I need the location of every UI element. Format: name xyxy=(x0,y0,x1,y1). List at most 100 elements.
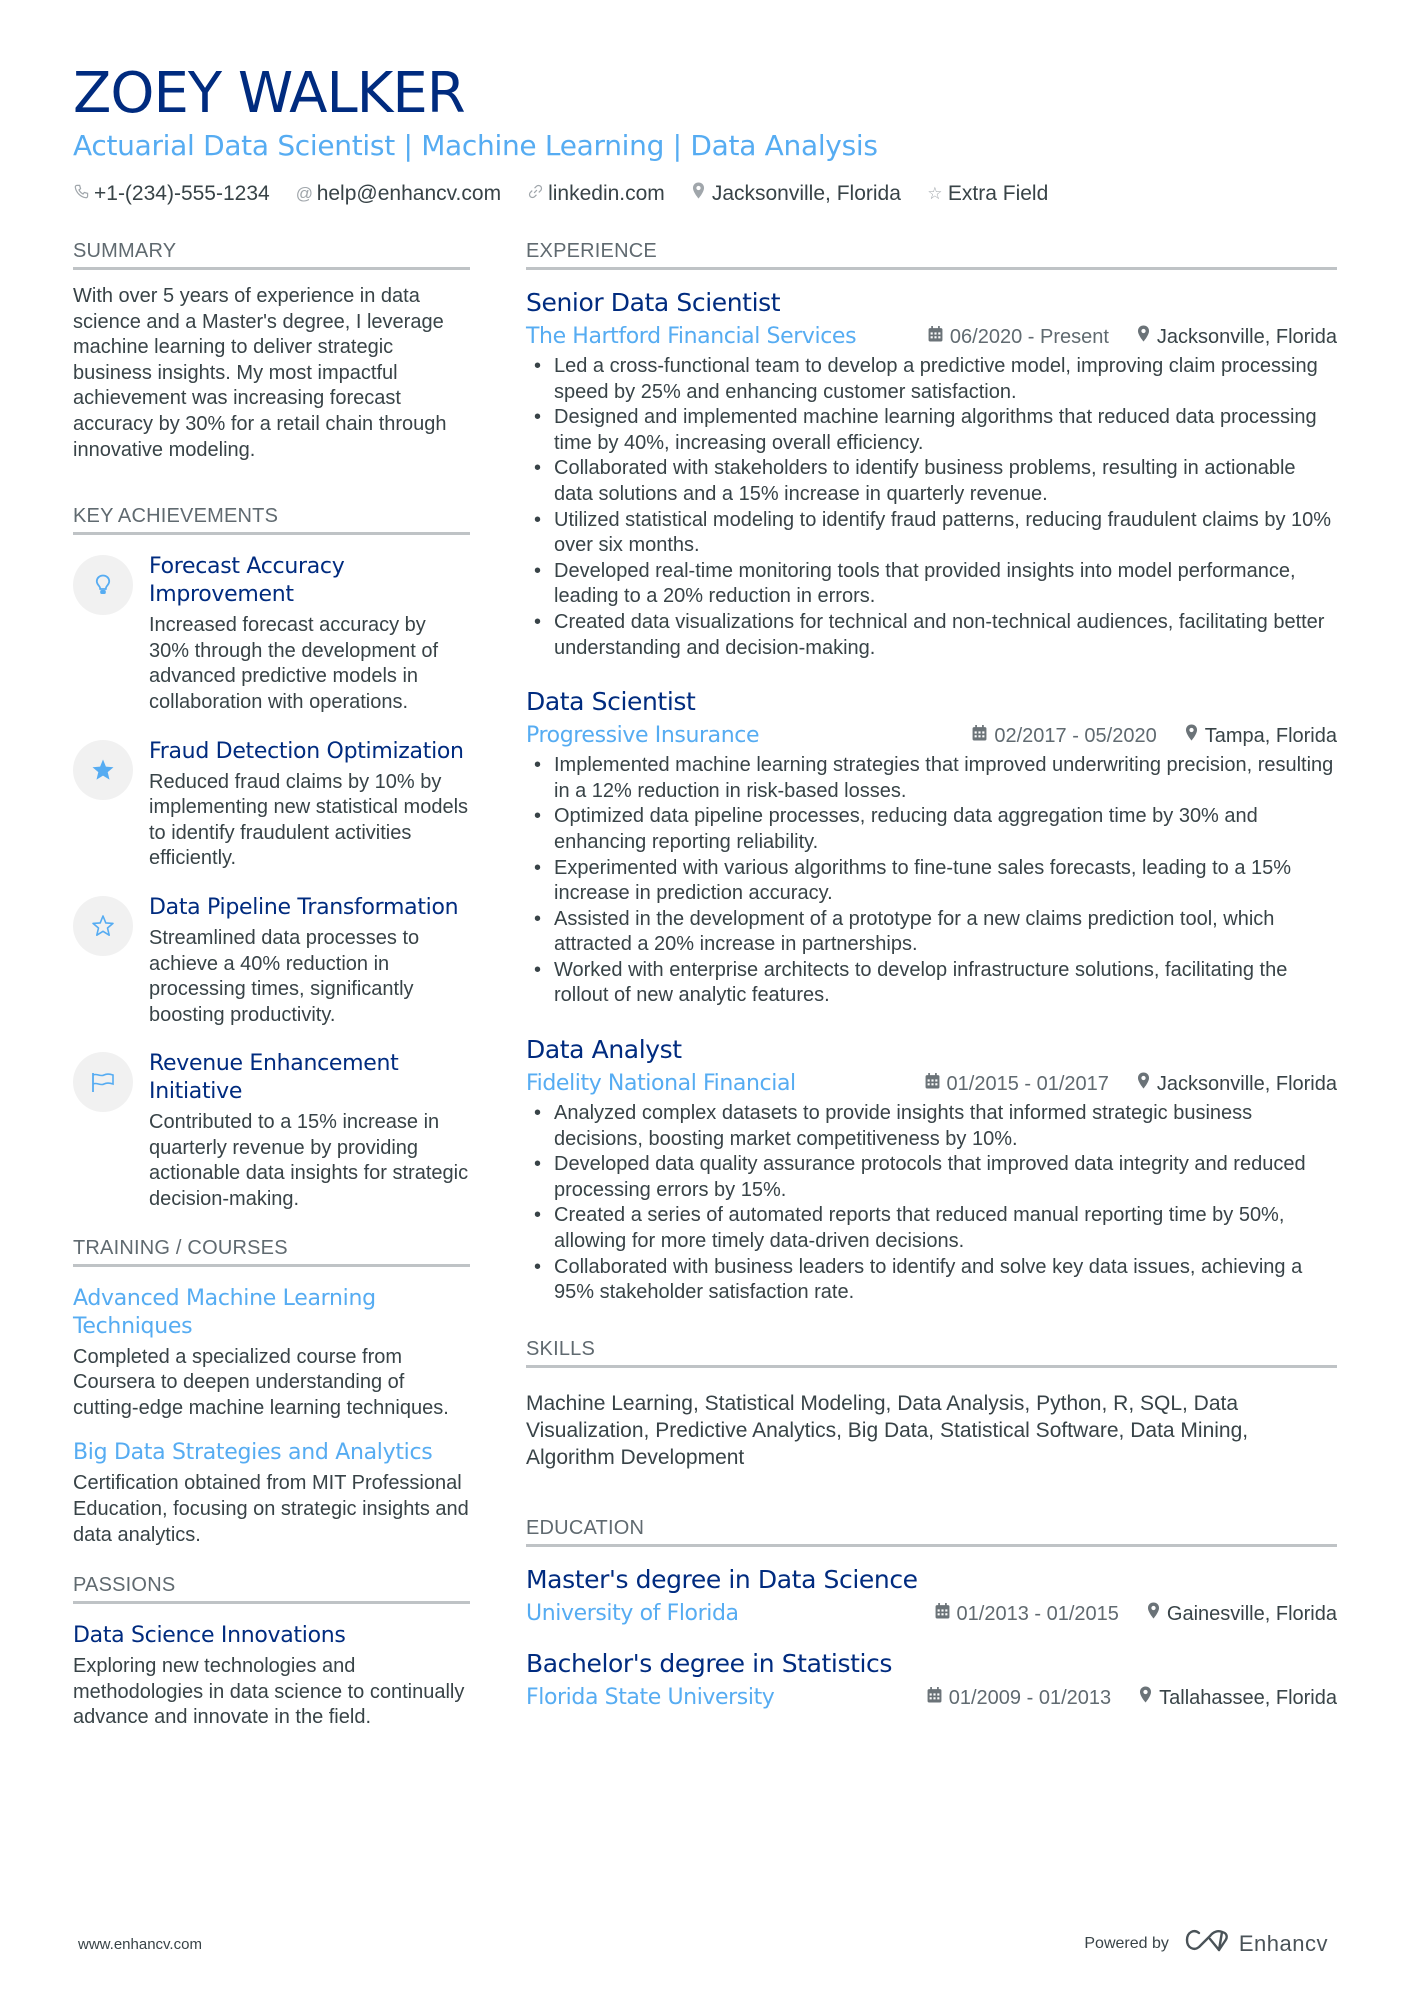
achievement-text: Streamlined data processes to achieve a … xyxy=(149,926,420,1026)
job-bullet: Analyzed complex datasets to provide ins… xyxy=(526,1101,1337,1152)
section-title: PASSIONS xyxy=(73,1572,470,1605)
achievement-item: Fraud Detection Optimization Reduced fra… xyxy=(73,738,470,872)
skills-section: SKILLS Machine Learning, Statistical Mod… xyxy=(526,1336,1337,1471)
resume-columns: SUMMARY With over 5 years of experience … xyxy=(73,238,1337,1769)
job-company: Progressive Insurance xyxy=(526,723,760,749)
job-bullet: Collaborated with stakeholders to identi… xyxy=(526,456,1337,507)
achievement-item: Data Pipeline Transformation Streamlined… xyxy=(73,894,470,1028)
location-pin-icon xyxy=(1137,1069,1150,1099)
enhancv-logo-text: Enhancv xyxy=(1238,1931,1328,1956)
job-bullet: Experimented with various algorithms to … xyxy=(526,856,1337,907)
job-bullet: Worked with enterprise architects to dev… xyxy=(526,958,1337,1009)
job-location: Tampa, Florida xyxy=(1185,721,1337,751)
training-section: TRAINING / COURSES Advanced Machine Lear… xyxy=(73,1235,470,1549)
summary-text: With over 5 years of experience in data … xyxy=(73,285,447,461)
education-dates-text: 01/2013 - 01/2015 xyxy=(956,1602,1119,1625)
job-location-text: Tampa, Florida xyxy=(1204,725,1337,748)
calendar-icon xyxy=(927,1683,942,1713)
course-text: Completed a specialized course from Cour… xyxy=(73,1345,449,1419)
location-pin-icon xyxy=(1147,1599,1160,1629)
email-text: help@enhancv.com xyxy=(316,182,502,205)
job-company: The Hartford Financial Services xyxy=(526,324,857,349)
location-pin-icon xyxy=(691,180,707,208)
section-title: KEY ACHIEVEMENTS xyxy=(73,503,470,536)
job-bullet: Led a cross-functional team to develop a… xyxy=(526,354,1337,405)
achievement-title: Data Pipeline Transformation xyxy=(149,894,459,920)
job-bullets: Led a cross-functional team to develop a… xyxy=(526,354,1337,661)
job-bullet: Implemented machine learning strategies … xyxy=(526,753,1337,804)
calendar-icon xyxy=(925,1069,940,1099)
passions-section: PASSIONS Data Science Innovations Explor… xyxy=(73,1572,470,1731)
location-pin-icon xyxy=(1185,721,1198,751)
course-text: Certification obtained from MIT Professi… xyxy=(73,1472,469,1546)
education-location: Gainesville, Florida xyxy=(1147,1599,1337,1629)
job-bullet: Created data visualizations for technica… xyxy=(526,610,1337,661)
left-column: SUMMARY With over 5 years of experience … xyxy=(73,238,470,1769)
job-dates-text: 06/2020 - Present xyxy=(949,326,1109,348)
star-filled-icon xyxy=(73,739,133,800)
skills-text: Machine Learning, Statistical Modeling, … xyxy=(526,1391,1249,1469)
enhancv-logo[interactable]: Enhancv xyxy=(1185,1928,1328,1960)
achievement-text: Contributed to a 15% increase in quarter… xyxy=(149,1111,469,1211)
education-location: Tallahassee, Florida xyxy=(1139,1683,1337,1713)
education-dates-text: 01/2009 - 01/2013 xyxy=(948,1686,1112,1709)
course-title: Big Data Strategies and Analytics xyxy=(73,1440,433,1466)
education-meta: Florida State University 01/2009 - 01/20… xyxy=(526,1683,1337,1713)
section-title: SKILLS xyxy=(526,1336,1337,1368)
job-company: Fidelity National Financial xyxy=(526,1071,796,1097)
contact-linkedin[interactable]: linkedin.com xyxy=(527,180,665,208)
education-location-text: Tallahassee, Florida xyxy=(1159,1686,1337,1709)
calendar-icon xyxy=(972,721,987,751)
at-icon: @ xyxy=(295,184,313,203)
job-meta: Fidelity National Financial 01/2015 - 01… xyxy=(526,1069,1337,1099)
job-title: Data Analyst xyxy=(526,1035,682,1065)
course-title: Advanced Machine Learning Techniques xyxy=(73,1285,376,1339)
achievement-text: Reduced fraud claims by 10% by implement… xyxy=(149,770,469,870)
enhancv-logo-icon xyxy=(1185,1928,1231,1960)
contact-phone[interactable]: +1-(234)-555-1234 xyxy=(73,180,270,208)
passion-title: Data Science Innovations xyxy=(73,1623,346,1649)
achievement-title: Fraud Detection Optimization xyxy=(149,738,464,764)
job-bullet: Developed data quality assurance protoco… xyxy=(526,1152,1337,1203)
education-section: EDUCATION Master's degree in Data Scienc… xyxy=(526,1515,1337,1713)
job-location-text: Jacksonville, Florida xyxy=(1156,326,1337,348)
school-name: University of Florida xyxy=(526,1600,739,1626)
lightbulb-icon xyxy=(73,555,133,616)
degree-title: Bachelor's degree in Statistics xyxy=(526,1648,892,1678)
location-text: Jacksonville, Florida xyxy=(711,182,901,205)
resume-page: ZOEY WALKER Actuarial Data Scientist | M… xyxy=(73,62,1337,1728)
achievements-section: KEY ACHIEVEMENTS Forecast Accuracy Impro… xyxy=(73,503,470,1213)
achievement-title: Forecast Accuracy Improvement xyxy=(149,554,345,608)
job-location-text: Jacksonville, Florida xyxy=(1156,1073,1337,1096)
linkedin-text: linkedin.com xyxy=(548,182,665,205)
education-dates: 01/2009 - 01/2013 xyxy=(927,1683,1111,1713)
section-title: EXPERIENCE xyxy=(526,238,1337,270)
job-bullet: Created a series of automated reports th… xyxy=(526,1203,1337,1254)
course-item: Big Data Strategies and Analytics Certif… xyxy=(73,1439,470,1548)
job-bullet: Utilized statistical modeling to identif… xyxy=(526,508,1337,559)
job-title: Data Scientist xyxy=(526,687,696,717)
phone-icon xyxy=(73,180,89,208)
job-location: Jacksonville, Florida xyxy=(1137,1069,1337,1099)
job-dates: 02/2017 - 05/2020 xyxy=(972,721,1157,751)
job-dates-text: 02/2017 - 05/2020 xyxy=(994,725,1157,748)
star-outline-icon xyxy=(73,895,133,956)
education-entry: Master's degree in Data Science Universi… xyxy=(526,1563,1337,1629)
calendar-icon xyxy=(935,1599,950,1629)
job-location: Jacksonville, Florida xyxy=(1137,322,1337,352)
job-title: Senior Data Scientist xyxy=(526,288,781,317)
course-item: Advanced Machine Learning Techniques Com… xyxy=(73,1285,470,1422)
achievement-text: Increased forecast accuracy by 30% throu… xyxy=(149,614,439,713)
footer-url-link[interactable]: www.enhancv.com xyxy=(78,1936,202,1953)
job-entry: Senior Data Scientist The Hartford Finan… xyxy=(526,286,1337,661)
job-entry: Data Scientist Progressive Insurance 02/… xyxy=(526,685,1337,1009)
contact-extra: ☆ Extra Field xyxy=(927,180,1048,208)
location-pin-icon xyxy=(1137,322,1150,352)
section-title: EDUCATION xyxy=(526,1515,1337,1547)
job-dates: 06/2020 - Present xyxy=(928,322,1109,352)
job-bullet: Collaborated with business leaders to id… xyxy=(526,1255,1337,1306)
passion-text: Exploring new technologies and methodolo… xyxy=(73,1655,465,1729)
flag-icon xyxy=(73,1052,133,1113)
contact-email[interactable]: @ help@enhancv.com xyxy=(296,180,501,208)
job-meta: Progressive Insurance 02/2017 - 05/2020 … xyxy=(526,721,1337,751)
